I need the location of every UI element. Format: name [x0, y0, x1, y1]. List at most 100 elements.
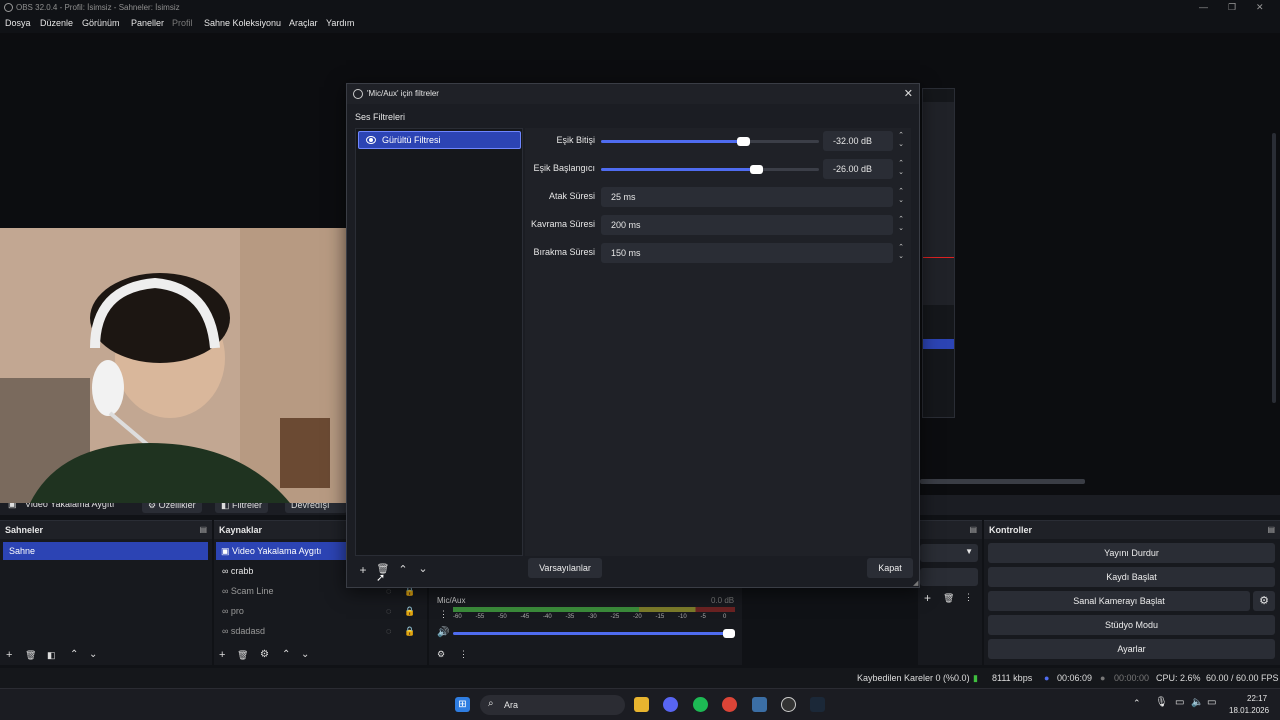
source-item[interactable]: ∞ pro ◌ 🔒: [216, 602, 424, 620]
obs-taskbar-icon[interactable]: [781, 697, 796, 712]
preview-scrollbar[interactable]: [1272, 133, 1276, 403]
dock-menu-icon[interactable]: ▤: [1267, 521, 1275, 539]
menu-docks[interactable]: Paneller: [131, 18, 164, 28]
virtual-camera-settings-icon[interactable]: ⚙: [1253, 591, 1275, 611]
settings-button[interactable]: Ayarlar: [988, 639, 1275, 659]
move-up-icon[interactable]: ⌃: [70, 649, 78, 660]
dock-menu-icon[interactable]: ▤: [969, 521, 977, 539]
virtual-camera-button[interactable]: Sanal Kamerayı Başlat: [988, 591, 1250, 611]
menu-scene-collection[interactable]: Sahne Koleksiyonu: [204, 18, 281, 28]
add-icon[interactable]: +: [219, 649, 225, 661]
more-icon[interactable]: ⋮: [439, 609, 448, 620]
battery-icon[interactable]: ▭: [1207, 697, 1216, 708]
discord-icon[interactable]: [663, 697, 678, 712]
studio-mode-button[interactable]: Stüdyo Modu: [988, 615, 1275, 635]
move-up-icon[interactable]: ⌃: [282, 649, 290, 660]
eye-icon[interactable]: [366, 136, 376, 144]
move-down-icon[interactable]: ⌄: [415, 561, 431, 577]
menu-profile[interactable]: Profil: [172, 18, 193, 28]
start-record-button[interactable]: Kaydı Başlat: [988, 567, 1275, 587]
hold-input[interactable]: 200 ms: [601, 215, 893, 235]
trash-icon[interactable]: 🗑: [943, 593, 954, 604]
close-button[interactable]: Kapat: [867, 558, 913, 578]
microphone-icon[interactable]: 🎙: [1155, 697, 1168, 708]
more-icon[interactable]: ⋮: [964, 592, 973, 603]
title-bar: OBS 32.0.4 - Profil: İsimsiz - Sahneler:…: [0, 0, 1280, 15]
minimize-icon[interactable]: —: [1199, 0, 1208, 15]
stepper-icon[interactable]: ⌃ ⌄: [895, 131, 907, 151]
visibility-hidden-icon[interactable]: ◌: [386, 602, 391, 620]
move-down-icon[interactable]: ⌄: [301, 649, 309, 660]
fps: 60.00 / 60.00 FPS: [1206, 673, 1279, 683]
filter-item-noise-gate[interactable]: Gürültü Filtresi: [358, 131, 521, 149]
scene-item[interactable]: Sahne: [3, 542, 208, 560]
close-threshold-label: Eşik Bitişi: [556, 135, 595, 145]
speaker-icon[interactable]: 🔊: [437, 627, 449, 638]
menu-edit[interactable]: Düzenle: [40, 18, 73, 28]
volume-scale: -60 -55 -50 -45 -40 -35 -30 -25 -20 -15 -10 -5 0: [453, 614, 735, 624]
duration-field[interactable]: [920, 568, 978, 586]
clock-time[interactable]: 22:17: [1247, 694, 1267, 703]
preview-hscrollbar[interactable]: [920, 479, 1085, 484]
lock-icon[interactable]: 🔒: [404, 622, 415, 640]
menu-file[interactable]: Dosya: [5, 18, 31, 28]
audio-filters-label: Ses Filtreleri: [355, 112, 406, 122]
window-title: OBS 32.0.4 - Profil: İsimsiz - Sahneler:…: [16, 3, 180, 12]
stepper-icon[interactable]: ⌃ ⌄: [895, 159, 907, 179]
open-threshold-slider[interactable]: [601, 165, 819, 174]
file-explorer-icon[interactable]: [634, 697, 649, 712]
close-threshold-slider[interactable]: [601, 137, 819, 146]
release-input[interactable]: 150 ms: [601, 243, 893, 263]
more-icon[interactable]: ⋮: [459, 649, 468, 660]
stop-stream-button[interactable]: Yayını Durdur: [988, 543, 1275, 563]
close-threshold-fill: [601, 140, 743, 143]
add-icon[interactable]: +: [6, 649, 12, 661]
network-icon[interactable]: ▭: [1175, 697, 1184, 708]
transition-select[interactable]: ▼: [920, 544, 978, 562]
stepper-icon[interactable]: ⌃ ⌄: [895, 215, 907, 235]
move-down-icon[interactable]: ⌄: [89, 649, 97, 660]
hold-label: Kavrama Süresi: [530, 219, 595, 229]
chevron-up-icon[interactable]: ⌃: [1133, 698, 1141, 709]
search-label: Ara: [504, 700, 519, 710]
restore-icon[interactable]: ❐: [1228, 0, 1236, 15]
windows-start-icon[interactable]: ⊞: [455, 697, 470, 712]
close-icon[interactable]: ✕: [904, 84, 913, 104]
taskbar-search[interactable]: ⌕ Ara: [480, 695, 625, 715]
steam-icon[interactable]: [810, 697, 825, 712]
volume-slider-thumb[interactable]: [723, 629, 735, 638]
close-threshold-input[interactable]: -32.00 dB: [823, 131, 893, 151]
volume-scale-tick: -30: [588, 614, 597, 620]
stepper-icon[interactable]: ⌃ ⌄: [895, 243, 907, 263]
mixer-settings-icon[interactable]: ⚙: [437, 649, 445, 660]
stepper-icon[interactable]: ⌃ ⌄: [895, 187, 907, 207]
menu-tools[interactable]: Araçlar: [289, 18, 318, 28]
app-icon[interactable]: [752, 697, 767, 712]
visibility-hidden-icon[interactable]: ◌: [386, 622, 391, 640]
close-threshold-thumb[interactable]: [736, 137, 750, 146]
close-window-icon[interactable]: ✕: [1256, 0, 1264, 15]
open-threshold-input[interactable]: -26.00 dB: [823, 159, 893, 179]
defaults-button[interactable]: Varsayılanlar: [528, 558, 602, 578]
add-filter-icon[interactable]: +: [355, 562, 371, 578]
clock-date[interactable]: 18.01.2026: [1229, 706, 1269, 715]
chrome-icon[interactable]: [722, 697, 737, 712]
resize-grip-icon[interactable]: ◢: [913, 579, 918, 587]
attack-input[interactable]: 25 ms: [601, 187, 893, 207]
spotify-icon[interactable]: [693, 697, 708, 712]
move-up-icon[interactable]: ⌃: [395, 562, 411, 578]
filter-icon[interactable]: ◧: [47, 650, 56, 661]
gear-icon[interactable]: ⚙: [260, 649, 269, 660]
source-item[interactable]: ▣ Video Yakalama Aygıtı: [216, 542, 356, 560]
dock-menu-icon[interactable]: ▤: [199, 521, 207, 539]
source-item[interactable]: ∞ sdadasd ◌ 🔒: [216, 622, 424, 640]
trash-icon[interactable]: 🗑: [237, 650, 248, 661]
menu-help[interactable]: Yardım: [326, 18, 354, 28]
volume-icon[interactable]: 🔈: [1191, 697, 1203, 708]
trash-icon[interactable]: 🗑: [25, 650, 36, 661]
add-icon[interactable]: +: [924, 591, 931, 605]
menu-view[interactable]: Görünüm: [82, 18, 120, 28]
lock-icon[interactable]: 🔒: [404, 602, 415, 620]
volume-slider[interactable]: [453, 629, 735, 638]
open-threshold-thumb[interactable]: [749, 165, 763, 174]
